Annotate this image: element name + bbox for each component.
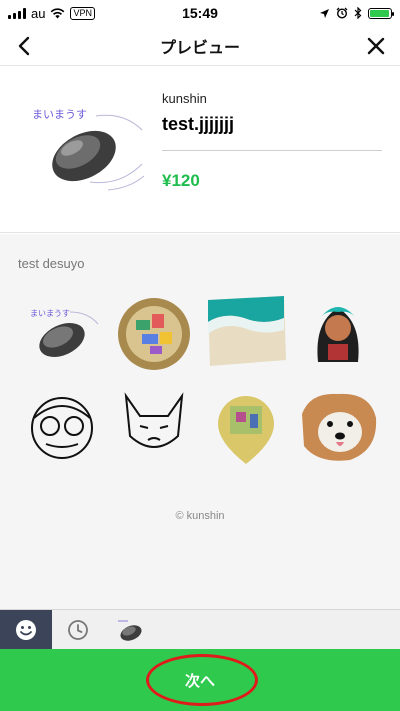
face-doodle-sticker[interactable] [20, 384, 104, 468]
copyright: © kunshin [175, 510, 225, 522]
recent-tab[interactable] [52, 610, 104, 650]
emoji-tab[interactable] [0, 610, 52, 650]
creator-name: kunshin [162, 91, 207, 106]
status-bar: au VPN 15:49 [0, 0, 400, 26]
product-image: まいまうす [32, 108, 145, 191]
carrier-label: au [31, 5, 46, 21]
beach-sticker[interactable] [204, 292, 288, 376]
mouse-thumbnail [118, 620, 142, 641]
mouse-sticker[interactable]: まいまうす [20, 292, 104, 376]
bluetooth-icon [354, 7, 362, 19]
svg-text:まいまうす: まいまうす [30, 309, 70, 318]
sticker-tab[interactable] [104, 610, 156, 650]
vpn-badge: VPN [70, 6, 95, 20]
product-image-caption: まいまうす [32, 108, 87, 121]
pack-description: test desuyo [18, 256, 85, 271]
room-map-sticker[interactable] [204, 384, 288, 468]
product-header: まいまうす kunshin test.jjjjjjj ¥120 [0, 66, 400, 233]
battery-icon [368, 7, 394, 19]
close-icon [367, 37, 385, 55]
close-button[interactable] [362, 32, 390, 60]
sticker-tab-bar [0, 609, 400, 650]
snack-basket-sticker[interactable] [112, 292, 196, 376]
nav-bar: プレビュー [0, 26, 400, 66]
location-icon [320, 8, 329, 18]
dog-photo-sticker[interactable] [296, 384, 380, 468]
anime-girl-sticker[interactable] [296, 292, 380, 376]
back-button[interactable] [10, 32, 38, 60]
smiley-icon [16, 620, 36, 640]
page-title: プレビュー [159, 39, 240, 57]
cat-doodle-sticker[interactable] [112, 384, 196, 468]
wifi-icon [51, 7, 65, 18]
chevron-left-icon [18, 36, 30, 56]
divider [162, 150, 382, 151]
alarm-icon [336, 7, 348, 19]
next-button[interactable]: 次へ [0, 649, 400, 711]
clock-icon [68, 620, 88, 640]
sticker-preview: test desuyo まいまうす © kunshin [0, 234, 400, 609]
pack-title: test.jjjjjjj [162, 114, 235, 134]
annotation-circle [146, 654, 258, 706]
signal-icon [8, 7, 26, 19]
price: ¥120 [162, 171, 200, 190]
